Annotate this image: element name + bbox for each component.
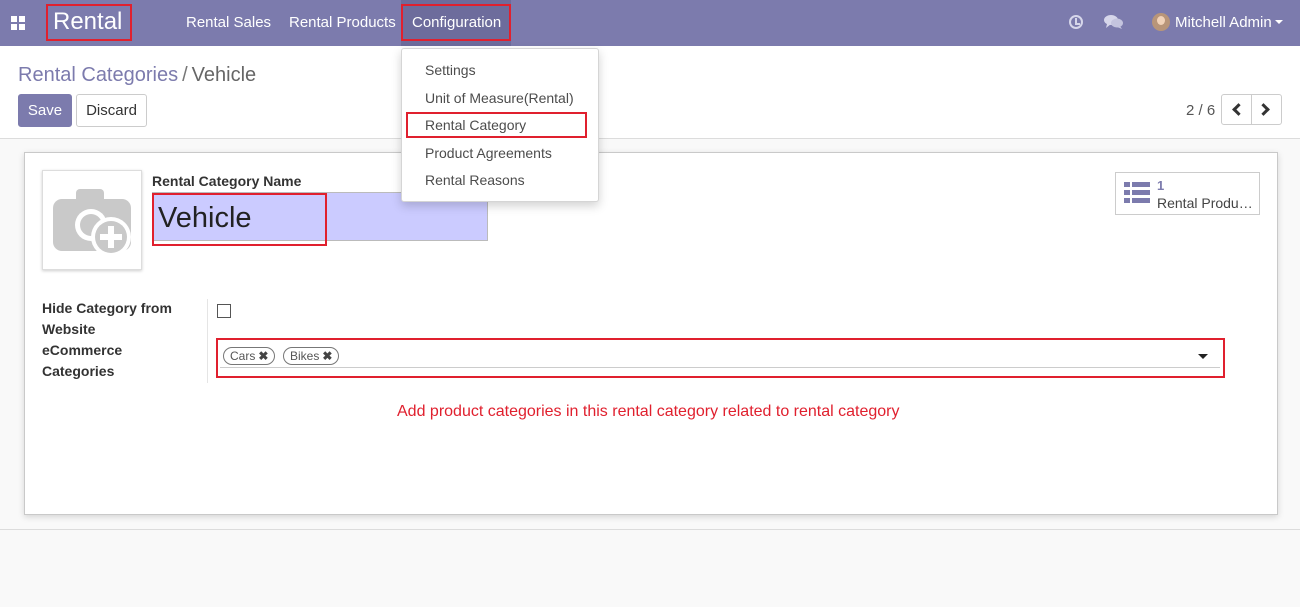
menu-item-product-agreements[interactable]: Product Agreements <box>425 145 552 161</box>
ecommerce-categories-label: eCommerce <box>42 342 123 358</box>
control-panel: Rental Categories / Vehicle Save Discard 2… <box>0 46 1300 139</box>
annotation-note: Add product categories in this rental ca… <box>397 403 900 420</box>
name-label: Rental Category Name <box>152 173 302 189</box>
nav-rental-sales[interactable]: Rental Sales <box>186 14 271 31</box>
menu-item-rental-reasons[interactable]: Rental Reasons <box>425 172 525 188</box>
chevron-right-icon <box>1257 103 1270 116</box>
pager-value[interactable]: 2 / 6 <box>1186 102 1215 119</box>
ecommerce-categories-label-line2: Categories <box>42 363 115 379</box>
caret-down-icon[interactable] <box>1275 20 1283 24</box>
label-divider <box>207 299 208 383</box>
menu-item-settings[interactable]: Settings <box>425 62 476 78</box>
list-icon <box>1124 182 1150 203</box>
configuration-highlight-box <box>401 4 511 41</box>
pager-previous-button[interactable] <box>1221 94 1252 125</box>
breadcrumb-separator: / <box>182 64 188 86</box>
image-upload-field[interactable] <box>42 170 142 270</box>
brand-highlight-box <box>46 4 132 41</box>
smart-button-count: 1 <box>1157 178 1165 193</box>
tags-highlight-box <box>216 338 1225 378</box>
clock-icon[interactable] <box>1069 15 1083 29</box>
breadcrumb-parent[interactable]: Rental Categories <box>18 64 178 86</box>
nav-rental-products[interactable]: Rental Products <box>289 14 396 31</box>
menu-highlight-box <box>406 112 587 138</box>
breadcrumb: Rental Categories / Vehicle <box>18 63 256 87</box>
form-sheet: Rental Category Name Vehicle 1 Rental Pr… <box>24 152 1278 515</box>
user-name[interactable]: Mitchell Admin <box>1175 14 1272 31</box>
top-navbar: Rental Rental Sales Rental Products Conf… <box>0 0 1300 46</box>
pager-next-button[interactable] <box>1251 94 1282 125</box>
user-avatar[interactable] <box>1152 13 1170 31</box>
chat-icon[interactable] <box>1104 14 1124 30</box>
discard-button[interactable]: Discard <box>76 94 147 127</box>
apps-menu-icon[interactable] <box>11 16 25 30</box>
smart-button-label: Rental Produ… <box>1157 195 1253 211</box>
rental-products-smart-button[interactable]: 1 Rental Produ… <box>1115 172 1260 215</box>
form-view: Rental Category Name Vehicle 1 Rental Pr… <box>0 140 1300 530</box>
camera-add-icon <box>53 189 131 257</box>
name-highlight-box <box>152 193 327 246</box>
hide-category-label-line2: Website <box>42 321 96 337</box>
breadcrumb-current: Vehicle <box>191 64 257 86</box>
hide-category-checkbox[interactable] <box>217 304 231 318</box>
save-button[interactable]: Save <box>18 94 72 127</box>
chevron-left-icon <box>1232 103 1245 116</box>
hide-category-label: Hide Category from <box>42 300 172 316</box>
menu-item-unit-of-measure[interactable]: Unit of Measure(Rental) <box>425 90 574 106</box>
